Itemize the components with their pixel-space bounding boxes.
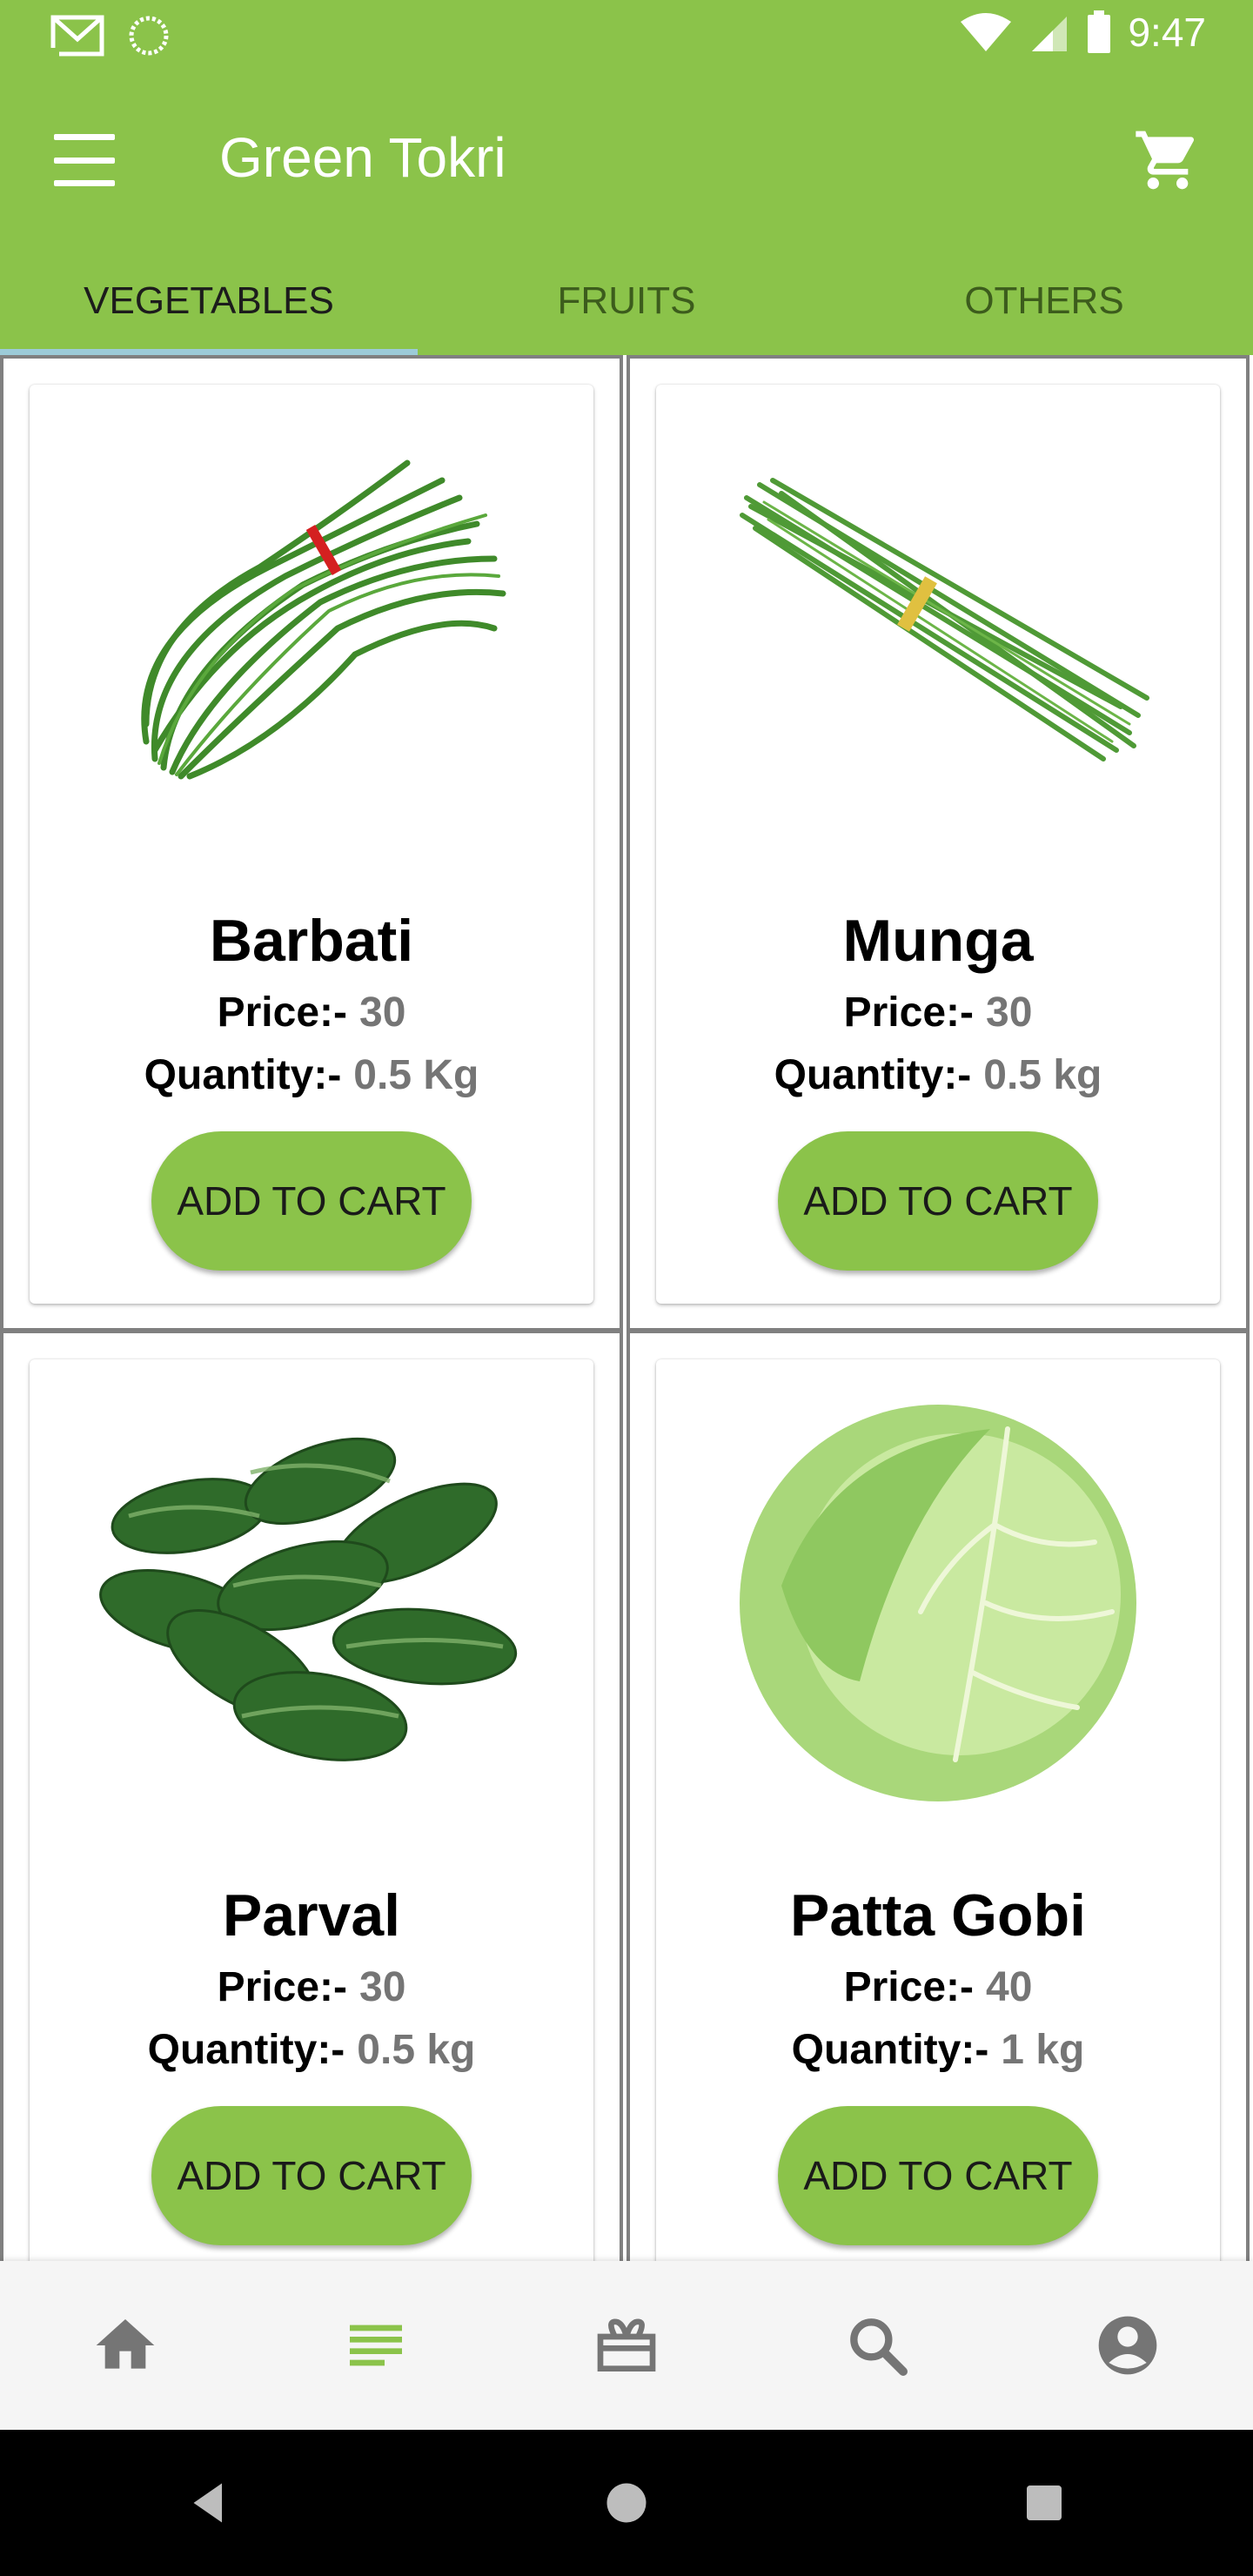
home-icon — [96, 2319, 155, 2369]
account-icon — [1098, 2316, 1157, 2375]
quantity-value: 0.5 kg — [983, 1052, 1102, 1098]
sync-icon — [129, 16, 169, 56]
price-label: Price:- — [217, 1964, 347, 2010]
price-label: Price:- — [843, 1964, 974, 2010]
product-card[interactable]: Parval Price:- 30 Quantity:- 0.5 kg ADD TO… — [30, 1359, 593, 2261]
quantity-row: Quantity:- 1 kg — [656, 2026, 1220, 2074]
price-value: 30 — [986, 989, 1033, 1036]
price-value: 30 — [359, 989, 406, 1036]
product-name: Parval — [222, 1882, 401, 1949]
quantity-label: Quantity:- — [791, 2027, 989, 2073]
quantity-value: 0.5 Kg — [353, 1052, 479, 1098]
quantity-label: Quantity:- — [147, 2027, 345, 2073]
product-name: Barbati — [209, 908, 414, 974]
pointed-gourd-image — [47, 1377, 576, 1829]
product-card[interactable]: Munga Price:- 30 Quantity:- 0.5 kg ADD TO … — [656, 385, 1220, 1304]
cart-icon[interactable] — [1133, 125, 1203, 195]
bottom-navigation — [0, 2261, 1253, 2430]
home-circle-icon[interactable] — [600, 2477, 653, 2529]
tab-vegetables[interactable]: VEGETABLES — [0, 247, 418, 355]
nav-gift[interactable] — [583, 2302, 670, 2389]
product-cell: Munga Price:- 30 Quantity:- 0.5 kg ADD TO … — [626, 355, 1250, 1332]
price-row: Price:- 40 — [656, 1963, 1220, 2011]
tab-fruits[interactable]: FRUITS — [418, 247, 835, 355]
price-row: Price:- 30 — [30, 989, 593, 1036]
quantity-label: Quantity:- — [144, 1052, 342, 1098]
quantity-value: 0.5 kg — [357, 2027, 476, 2073]
product-grid: Barbati Price:- 30 Quantity:- 0.5 Kg ADD T… — [0, 355, 1253, 2261]
product-cell: Patta Gobi Price:- 40 Quantity:- 1 kg ADD … — [626, 1330, 1250, 2261]
add-to-cart-button[interactable]: ADD TO CART — [778, 2106, 1098, 2245]
signal-icon — [1032, 17, 1068, 51]
quantity-row: Quantity:- 0.5 kg — [656, 1051, 1220, 1099]
tab-others[interactable]: OTHERS — [835, 247, 1253, 355]
nav-search[interactable] — [834, 2302, 921, 2389]
nav-home[interactable] — [82, 2302, 169, 2389]
product-name: Patta Gobi — [789, 1882, 1087, 1949]
nav-account[interactable] — [1084, 2302, 1171, 2389]
drumsticks-image — [673, 402, 1203, 855]
status-time: 9:47 — [1128, 10, 1206, 55]
price-label: Price:- — [843, 989, 974, 1036]
product-card[interactable]: Barbati Price:- 30 Quantity:- 0.5 Kg ADD T… — [30, 385, 593, 1304]
gmail-icon — [50, 15, 104, 57]
quantity-value: 1 kg — [1001, 2027, 1085, 2073]
long-beans-image — [47, 402, 576, 855]
gift-icon — [597, 2318, 656, 2371]
cabbage-image — [673, 1377, 1203, 1829]
quantity-row: Quantity:- 0.5 Kg — [30, 1051, 593, 1099]
app-title: Green Tokri — [219, 126, 506, 189]
add-to-cart-button[interactable]: ADD TO CART — [151, 2106, 472, 2245]
product-cell: Parval Price:- 30 Quantity:- 0.5 kg ADD TO… — [0, 1330, 623, 2261]
search-icon — [850, 2318, 908, 2376]
product-card[interactable]: Patta Gobi Price:- 40 Quantity:- 1 kg ADD … — [656, 1359, 1220, 2261]
price-row: Price:- 30 — [656, 989, 1220, 1036]
price-row: Price:- 30 — [30, 1963, 593, 2011]
battery-icon — [1088, 10, 1111, 53]
price-value: 40 — [986, 1964, 1033, 2010]
add-to-cart-button[interactable]: ADD TO CART — [151, 1131, 472, 1271]
status-bar: 9:47 — [0, 0, 1253, 73]
system-navigation-bar — [0, 2430, 1253, 2576]
add-to-cart-button[interactable]: ADD TO CART — [778, 1131, 1098, 1271]
back-icon[interactable] — [183, 2477, 235, 2529]
list-icon — [350, 2324, 402, 2366]
product-name: Munga — [842, 908, 1034, 974]
menu-icon[interactable] — [54, 134, 115, 186]
quantity-row: Quantity:- 0.5 kg — [30, 2026, 593, 2074]
recents-icon[interactable] — [1018, 2477, 1070, 2529]
price-value: 30 — [359, 1964, 406, 2010]
product-cell: Barbati Price:- 30 Quantity:- 0.5 Kg ADD T… — [0, 355, 623, 1332]
price-label: Price:- — [217, 989, 347, 1036]
wifi-icon — [961, 13, 1012, 51]
nav-list[interactable] — [332, 2302, 419, 2389]
app-bar: Green Tokri — [0, 73, 1253, 247]
quantity-label: Quantity:- — [774, 1052, 972, 1098]
category-tabs: VEGETABLES FRUITS OTHERS — [0, 247, 1253, 355]
